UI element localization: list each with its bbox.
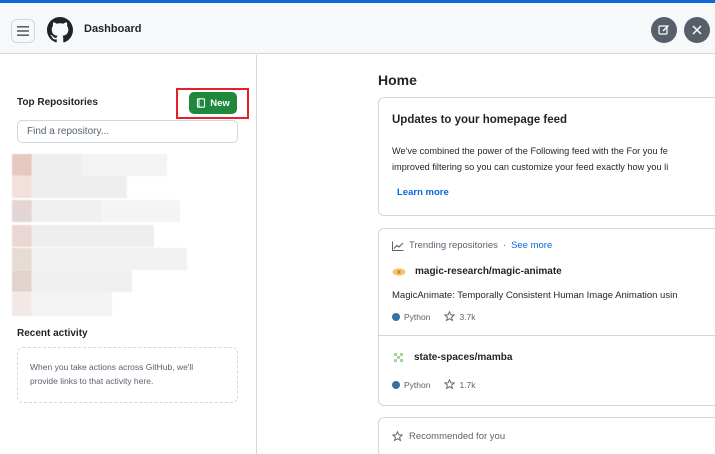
trending-repositories-card: Trending repositories · See more magic-r… (378, 228, 715, 406)
trending-header: Trending repositories · See more (392, 240, 552, 251)
repo-meta: Python 1.7k (392, 379, 476, 390)
repo-language: Python (404, 311, 431, 322)
trending-separator: · (502, 240, 507, 251)
list-item[interactable] (12, 154, 167, 176)
python-language-dot (392, 312, 400, 321)
updates-card-title: Updates to your homepage feed (392, 114, 568, 126)
list-item[interactable] (12, 225, 154, 247)
home-heading: Home (378, 72, 417, 88)
top-repositories-heading: Top Repositories (17, 97, 98, 108)
updates-body-line1: We've combined the power of the Followin… (392, 146, 668, 156)
page-title[interactable]: Dashboard (84, 23, 141, 35)
see-more-link[interactable]: See more (511, 240, 552, 251)
trending-graph-icon (392, 241, 404, 251)
list-item[interactable] (12, 292, 112, 316)
list-item[interactable] (12, 200, 180, 222)
repo-language: Python (404, 379, 431, 390)
updates-card: Updates to your homepage feed We've comb… (378, 97, 715, 216)
recommended-header: Recommended for you (392, 431, 505, 442)
repo-divider (379, 335, 715, 336)
recent-activity-heading: Recent activity (17, 328, 88, 339)
star-icon[interactable] (444, 379, 456, 390)
repo-description: MagicAnimate: Temporally Consistent Huma… (392, 290, 678, 301)
find-repository-input[interactable] (17, 120, 238, 143)
edit-button[interactable] (651, 17, 677, 43)
repo-name-text: state-spaces/mamba (414, 352, 513, 363)
trending-repo-name[interactable]: magic-research/magic-animate (392, 266, 562, 277)
close-button[interactable] (684, 17, 710, 43)
repo-icon (197, 98, 206, 108)
trending-repo-name[interactable]: state-spaces/mamba (392, 351, 512, 364)
list-item[interactable] (12, 270, 132, 292)
header-bar: Dashboard (0, 3, 715, 54)
repo-avatar-icon (392, 267, 406, 276)
new-repository-button[interactable]: New (189, 92, 237, 114)
menu-button[interactable] (11, 19, 35, 43)
trending-label: Trending repositories (409, 240, 498, 251)
star-icon (392, 431, 403, 442)
updates-body-line2: improved filtering so you can customize … (392, 162, 669, 172)
github-logo-icon[interactable] (47, 17, 73, 43)
star-icon[interactable] (444, 311, 456, 322)
updates-card-body: We've combined the power of the Followin… (392, 143, 715, 175)
recommended-label: Recommended for you (409, 431, 506, 442)
learn-more-link[interactable]: Learn more (397, 187, 449, 198)
python-language-dot (392, 380, 400, 389)
recent-activity-text-line2: provide links to that activity here. (30, 376, 154, 386)
repo-meta: Python 3.7k (392, 311, 476, 322)
recommended-card: Recommended for you (378, 417, 715, 454)
repo-avatar-icon (392, 351, 405, 364)
new-button-label: New (210, 97, 230, 109)
recent-activity-empty-box: When you take actions across GitHub, we'… (17, 347, 238, 403)
close-icon (692, 25, 702, 35)
repo-name-text: magic-research/magic-animate (415, 266, 562, 277)
repo-stars: 1.7k (459, 379, 476, 390)
list-item[interactable] (12, 248, 187, 270)
edit-icon (658, 25, 669, 35)
recent-activity-text-line1: When you take actions across GitHub, we'… (30, 362, 194, 372)
hamburger-icon (17, 26, 29, 36)
list-item[interactable] (12, 176, 127, 198)
repo-stars: 3.7k (459, 311, 476, 322)
